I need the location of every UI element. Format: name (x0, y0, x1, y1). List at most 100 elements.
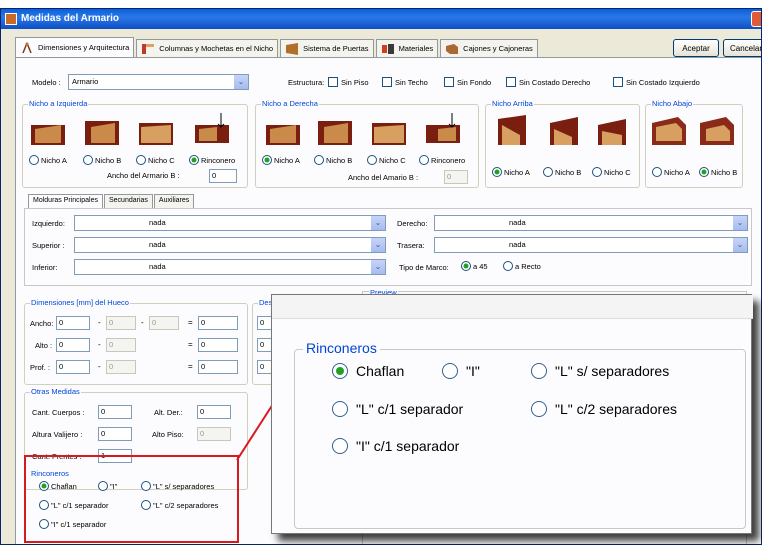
radio-der-rinconero[interactable]: Rinconero (419, 155, 465, 165)
alto-label: Alto : (35, 341, 53, 350)
zoom-radio-l-1sep[interactable]: "L" c/1 separador (332, 401, 463, 417)
inferior-select[interactable]: nada ⌄ (74, 259, 386, 275)
group-caption: Rinconeros (303, 340, 380, 356)
group-caption: Nicho Arriba (491, 99, 534, 108)
checkbox-label: Sin Piso (341, 77, 369, 87)
tab-dimensiones[interactable]: Dimensiones y Arquitectura (15, 37, 135, 57)
tab-puertas[interactable]: Sistema de Puertas (280, 39, 374, 57)
radio-izq-nicho-c[interactable]: Nicho C (136, 155, 175, 165)
izquierdo-select[interactable]: nada ⌄ (74, 215, 386, 231)
trasera-select[interactable]: nada ⌄ (434, 237, 748, 253)
chevron-down-icon[interactable]: ⌄ (733, 216, 747, 230)
chevron-down-icon[interactable]: ⌄ (234, 75, 248, 89)
checkbox-sin-techo[interactable]: Sin Techo (382, 77, 428, 87)
tab-cajones[interactable]: Cajones y Cajoneras (440, 39, 538, 57)
ancho-desc1-input[interactable]: 0 (106, 316, 136, 330)
radio-der-nicho-a[interactable]: Nicho A (262, 155, 300, 165)
superior-select[interactable]: nada ⌄ (74, 237, 386, 253)
zoom-radio-chaflan[interactable]: Chaflan (332, 363, 404, 379)
radio-der-nicho-b[interactable]: Nicho B (314, 155, 352, 165)
radio-label: "L" s/ separadores (555, 363, 670, 379)
alt-der-input[interactable]: 0 (197, 405, 231, 419)
radio-label: "I" c/1 separador (356, 438, 460, 454)
alto-piso-input[interactable]: 0 (197, 427, 231, 441)
tab-label: Columnas y Mochetas en el Nicho (159, 44, 274, 53)
checkbox-sin-costado-derecho[interactable]: Sin Costado Derecho (506, 77, 590, 87)
ancho-total-input[interactable]: 0 (198, 316, 238, 330)
zoom-radio-i[interactable]: "I" (442, 363, 480, 379)
alto-desc-input[interactable]: 0 (106, 338, 136, 352)
radio-der-nicho-c[interactable]: Nicho C (367, 155, 406, 165)
tab-label: Materiales (398, 44, 434, 53)
altura-valijero-input[interactable]: 0 (98, 427, 132, 441)
alto-input[interactable]: 0 (56, 338, 90, 352)
ancho-armario-der-input[interactable]: 0 (444, 170, 468, 184)
alt-der-label: Alt. Der.: (154, 408, 183, 417)
compass-icon (22, 42, 32, 53)
checkbox-sin-piso[interactable]: Sin Piso (328, 77, 369, 87)
zoom-radio-l-sin-sep[interactable]: "L" s/ separadores (531, 363, 669, 379)
radio-arriba-nicho-b[interactable]: Nicho B (543, 167, 581, 177)
niche-a-image (498, 115, 526, 145)
nicho-derecha-group: Nicho a Derecha Nicho A Nicho B Nicho C … (255, 99, 479, 188)
radio-abajo-nicho-a[interactable]: Nicho A (652, 167, 690, 177)
group-caption: Nicho a Derecha (261, 99, 319, 108)
radio-marco-recto[interactable]: a Recto (503, 261, 541, 271)
chevron-down-icon[interactable]: ⌄ (371, 238, 385, 252)
prof-input[interactable]: 0 (56, 360, 90, 374)
ancho-input[interactable]: 0 (56, 316, 90, 330)
radio-marco-a45[interactable]: a 45 (461, 261, 488, 271)
tab-materiales[interactable]: Materiales (375, 39, 439, 57)
ancho-desc2-input[interactable]: 0 (149, 316, 179, 330)
chevron-down-icon[interactable]: ⌄ (371, 260, 385, 274)
izquierdo-value: nada (149, 218, 166, 227)
window-title: Medidas del Armario (21, 13, 119, 24)
chevron-down-icon[interactable]: ⌄ (371, 216, 385, 230)
prof-total-input[interactable]: 0 (198, 360, 238, 374)
group-caption: Dimensiones [mm] del Hueco (30, 298, 130, 307)
radio-arriba-nicho-c[interactable]: Nicho C (592, 167, 631, 177)
zoom-radio-i-1sep[interactable]: "I" c/1 separador (332, 438, 459, 454)
radio-izq-rinconero[interactable]: Rinconero (189, 155, 235, 165)
radio-label: a 45 (473, 261, 488, 271)
checkbox-sin-fondo[interactable]: Sin Fondo (444, 77, 491, 87)
highlight-box (24, 455, 239, 543)
modelo-select[interactable]: Armario ⌄ (68, 74, 249, 90)
ancho-armario-izq-input[interactable]: 0 (209, 169, 237, 183)
subtab-secundarias[interactable]: Secundarias (103, 194, 153, 208)
equals-sign: = (188, 318, 193, 327)
zoom-callout: Rinconeros Chaflan "I" "L" s/ separadore… (271, 294, 753, 534)
minus-sign: - (98, 340, 101, 349)
accept-button[interactable]: Aceptar (673, 39, 719, 57)
estructura-label: Estructura: (288, 78, 325, 87)
radio-izq-nicho-b[interactable]: Nicho B (83, 155, 121, 165)
tab-columnas[interactable]: Columnas y Mochetas en el Nicho (136, 39, 279, 57)
niche-c-image (372, 123, 406, 145)
radio-abajo-nicho-b[interactable]: Nicho B (699, 167, 737, 177)
equals-sign: = (188, 340, 193, 349)
subtab-auxiliares[interactable]: Auxiliares (153, 194, 195, 208)
tab-label: Dimensiones y Arquitectura (38, 43, 130, 52)
zoom-radio-l-2sep[interactable]: "L" c/2 separadores (531, 401, 677, 417)
column-icon (142, 43, 155, 54)
checkbox-sin-costado-izquierdo[interactable]: Sin Costado Izquierdo (613, 77, 700, 87)
alto-total-input[interactable]: 0 (198, 338, 238, 352)
radio-label: Chaflan (356, 363, 405, 379)
derecho-select[interactable]: nada ⌄ (434, 215, 748, 231)
chevron-down-icon[interactable]: ⌄ (733, 238, 747, 252)
modelo-label: Modelo : (32, 78, 61, 87)
derecho-value: nada (509, 218, 526, 227)
checkbox-label: Sin Costado Derecho (519, 77, 591, 87)
radio-label: Nicho C (379, 155, 406, 165)
radio-arriba-nicho-a[interactable]: Nicho A (492, 167, 530, 177)
close-button[interactable] (751, 11, 761, 27)
prof-desc-input[interactable]: 0 (106, 360, 136, 374)
title-bar[interactable]: Medidas del Armario (1, 9, 761, 29)
radio-izq-nicho-a[interactable]: Nicho A (29, 155, 67, 165)
subtab-molduras-principales[interactable]: Molduras Principales (28, 194, 103, 208)
cant-cuerpos-input[interactable]: 0 (98, 405, 132, 419)
radio-label: "L" c/2 separadores (555, 401, 678, 417)
izquierdo-label: Izquierdo: (32, 219, 65, 228)
cancel-button[interactable]: Cancelar (723, 39, 761, 57)
radio-label: Nicho A (504, 167, 530, 177)
